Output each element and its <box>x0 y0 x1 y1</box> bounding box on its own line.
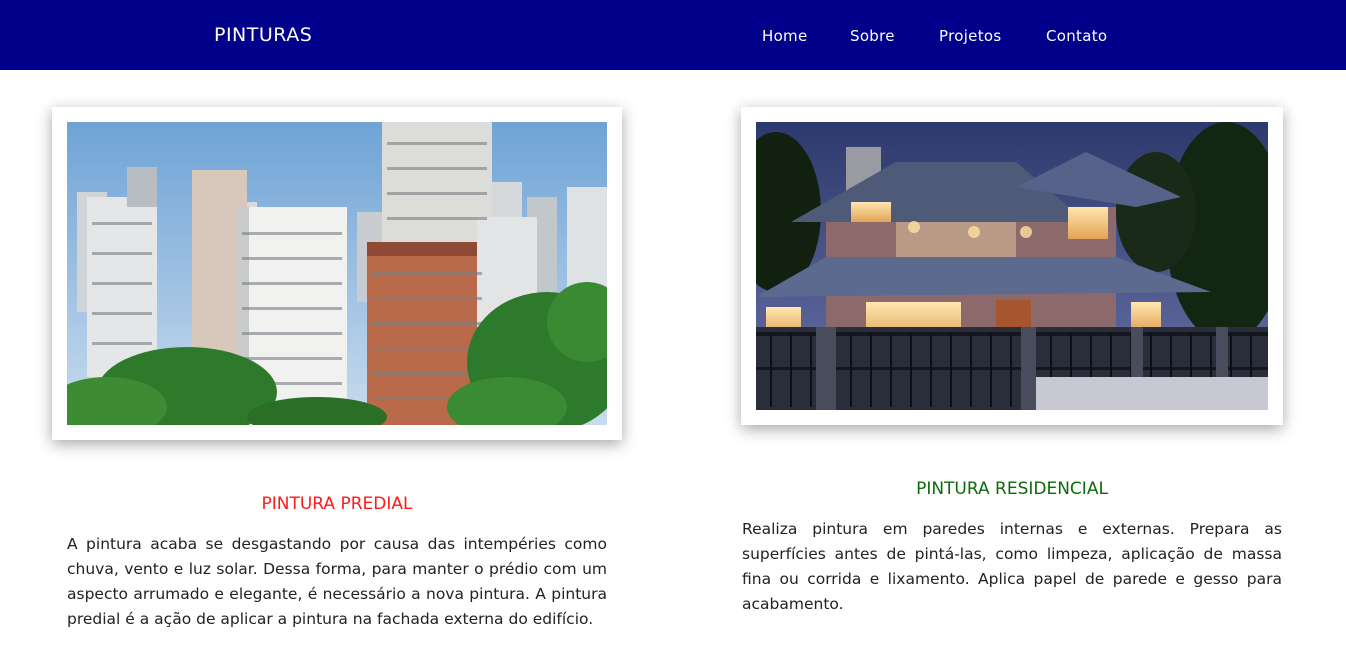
navbar: PINTURAS Home Sobre Projetos Contato <box>0 0 1346 70</box>
nav-link-home[interactable]: Home <box>762 27 808 45</box>
predial-title: PINTURA PREDIAL <box>261 494 413 514</box>
residencial-title: PINTURA RESIDENCIAL <box>916 479 1108 499</box>
predial-image-card <box>52 107 622 440</box>
nav-link-contato[interactable]: Contato <box>1046 27 1107 45</box>
brand-logo[interactable]: PINTURAS <box>214 24 312 46</box>
nav-link-projetos[interactable]: Projetos <box>939 27 1001 45</box>
residencial-image-card <box>741 107 1283 425</box>
predial-buildings-image <box>67 122 607 425</box>
predial-description: A pintura acaba se desgastando por causa… <box>67 535 607 628</box>
residencial-house-image <box>756 122 1268 410</box>
nav-link-sobre[interactable]: Sobre <box>850 27 895 45</box>
residencial-description: Realiza pintura em paredes internas e ex… <box>742 520 1282 613</box>
